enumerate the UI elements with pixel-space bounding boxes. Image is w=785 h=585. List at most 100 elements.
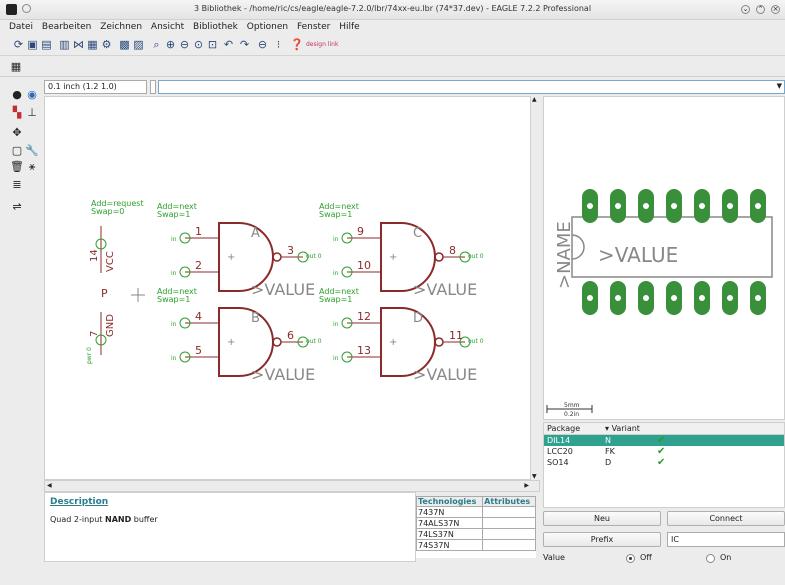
- delete-icon[interactable]: 🗑: [10, 160, 24, 174]
- variant-cell: D: [605, 458, 612, 467]
- value-label: Value: [543, 553, 565, 562]
- schematic-canvas[interactable]: Add=request Swap=0 14 VCC P 7 GND pwr 0 …: [44, 96, 540, 480]
- gate-name: D: [413, 311, 423, 326]
- gate-value: >VALUE: [413, 280, 477, 299]
- info-icon[interactable]: ●: [10, 88, 24, 102]
- menu-optionen[interactable]: Optionen: [244, 20, 291, 34]
- gate-in-label: in: [171, 321, 177, 328]
- gate-a[interactable]: Add=next Swap=1 in in 1 2 3 out 0 + A >V…: [157, 202, 322, 299]
- gate-value: >VALUE: [251, 365, 315, 384]
- header-variant[interactable]: ▾ Variant: [602, 423, 654, 434]
- schematic-horizontal-scrollbar[interactable]: ◀ ▶: [44, 480, 540, 492]
- board-icon[interactable]: ▩: [118, 38, 131, 51]
- power-symbol[interactable]: Add=request Swap=0 14 VCC P 7 GND pwr 0: [86, 199, 144, 364]
- menu-bibliothek[interactable]: Bibliothek: [190, 20, 241, 34]
- move-icon[interactable]: ✥: [10, 126, 24, 140]
- wrench-icon[interactable]: 🔧: [25, 144, 39, 158]
- menu-ansicht[interactable]: Ansicht: [148, 20, 187, 34]
- scroll-left-icon[interactable]: ◀: [47, 482, 52, 489]
- schematic-icon[interactable]: ▨: [132, 38, 145, 51]
- value-off-radio[interactable]: [626, 554, 635, 563]
- table-row[interactable]: 74LS37N: [415, 528, 536, 540]
- add-icon[interactable]: ⚹: [25, 160, 39, 174]
- table-row[interactable]: 7437N: [415, 506, 536, 518]
- zoom-select-icon[interactable]: ⊡: [206, 38, 219, 51]
- variant-cell: FK: [605, 447, 615, 456]
- menu-fenster[interactable]: Fenster: [294, 20, 333, 34]
- save-icon[interactable]: ▣: [26, 38, 39, 51]
- scroll-down-icon[interactable]: ▼: [532, 473, 537, 480]
- display-icon[interactable]: ▚: [10, 106, 24, 120]
- package-value-label: >VALUE: [598, 243, 678, 267]
- zoom-redraw-icon[interactable]: ⊙: [192, 38, 205, 51]
- gate-out-pin: 6: [287, 329, 294, 342]
- prefix-field[interactable]: IC: [667, 532, 785, 547]
- cam-icon[interactable]: ▥: [58, 38, 71, 51]
- maximize-icon[interactable]: ⌃: [756, 5, 765, 14]
- table-row[interactable]: 74S37N: [415, 539, 536, 551]
- name-icon[interactable]: ≣: [10, 178, 24, 192]
- new-button[interactable]: Neu: [543, 511, 661, 526]
- check-icon: ✔: [657, 435, 666, 446]
- zoom-fit-icon[interactable]: ⌕: [150, 38, 163, 51]
- print-icon[interactable]: ▤: [40, 38, 53, 51]
- pinswap-icon[interactable]: ⇌: [10, 200, 24, 214]
- technologies-header-link[interactable]: Technologies: [415, 496, 484, 507]
- attributes-header-link[interactable]: Attributes: [482, 496, 536, 507]
- scroll-right-icon[interactable]: ▶: [524, 482, 529, 489]
- svg-text:+: +: [389, 252, 397, 263]
- grid-icon[interactable]: ▦: [10, 61, 22, 73]
- mark-icon[interactable]: ⊥: [25, 106, 39, 120]
- grid-coordinate-field[interactable]: 0.1 inch (1.2 1.0): [44, 80, 147, 94]
- table-row[interactable]: SO14 D ✔: [544, 457, 784, 468]
- show-icon[interactable]: ◉: [25, 88, 39, 102]
- gate-b[interactable]: Add=next Swap=1 in in 4 5 6 out 0 + B >V…: [157, 287, 322, 384]
- menu-bearbeiten[interactable]: Bearbeiten: [39, 20, 94, 34]
- gate-c[interactable]: Add=next Swap=1 in in 9 10 8 out 0 + C >…: [319, 202, 484, 299]
- check-icon: ✔: [657, 457, 666, 468]
- gnd-label: GND: [105, 314, 116, 337]
- table-row[interactable]: 74ALS37N: [415, 517, 536, 529]
- table-row[interactable]: DIL14 N ✔: [544, 435, 784, 446]
- svg-text:+: +: [389, 337, 397, 348]
- gate-value: >VALUE: [413, 365, 477, 384]
- zoom-in-icon[interactable]: ⊕: [164, 38, 177, 51]
- run-icon[interactable]: ⚙: [100, 38, 113, 51]
- open-icon[interactable]: ⟳: [12, 38, 25, 51]
- close-icon[interactable]: ×: [771, 5, 780, 14]
- scale-in: 0.2in: [564, 411, 579, 418]
- gate-d[interactable]: Add=next Swap=1 in in 12 13 11 out 0 + D…: [319, 287, 484, 384]
- header-package[interactable]: Package: [544, 423, 602, 434]
- undo-icon[interactable]: ↶: [222, 38, 235, 51]
- menu-datei[interactable]: Datei: [6, 20, 36, 34]
- copy-icon[interactable]: ▢: [10, 144, 24, 158]
- ulp-icon[interactable]: ⋈: [72, 38, 85, 51]
- chevron-down-icon[interactable]: ▼: [777, 82, 782, 90]
- connect-button[interactable]: Connect: [667, 511, 785, 526]
- help-icon[interactable]: ❓: [290, 38, 304, 51]
- gate-in2-pin: 10: [357, 259, 371, 272]
- table-row[interactable]: LCC20 FK ✔: [544, 446, 784, 457]
- zoom-out-icon[interactable]: ⊖: [178, 38, 191, 51]
- redo-icon[interactable]: ↷: [238, 38, 251, 51]
- pin-gnd-number: 7: [89, 331, 100, 337]
- package-preview[interactable]: >NAME >VALUE 5mm 0.2in: [543, 96, 785, 420]
- description-title-link[interactable]: Description: [50, 497, 108, 507]
- scroll-up-icon[interactable]: ▲: [532, 96, 537, 103]
- value-on-radio[interactable]: [706, 554, 715, 563]
- command-line-input[interactable]: ▼: [158, 80, 785, 94]
- stop-icon[interactable]: ⊖: [256, 38, 269, 51]
- go-icon[interactable]: ⁝: [272, 38, 285, 51]
- design-link-icon[interactable]: design link: [306, 41, 338, 48]
- schematic-vertical-scrollbar[interactable]: ▲ ▼: [530, 96, 540, 480]
- minimize-icon[interactable]: ⌄: [741, 5, 750, 14]
- gate-in2-pin: 5: [195, 344, 202, 357]
- script-icon[interactable]: ▦: [86, 38, 99, 51]
- description-panel: Description Quad 2-input NAND buffer: [44, 492, 416, 562]
- variant-cell: N: [605, 436, 611, 445]
- value-off-label: Off: [640, 553, 652, 562]
- menu-zeichnen[interactable]: Zeichnen: [97, 20, 145, 34]
- prefix-button[interactable]: Prefix: [543, 532, 661, 547]
- menu-hilfe[interactable]: Hilfe: [336, 20, 362, 34]
- gate-out-pin: 11: [449, 329, 463, 342]
